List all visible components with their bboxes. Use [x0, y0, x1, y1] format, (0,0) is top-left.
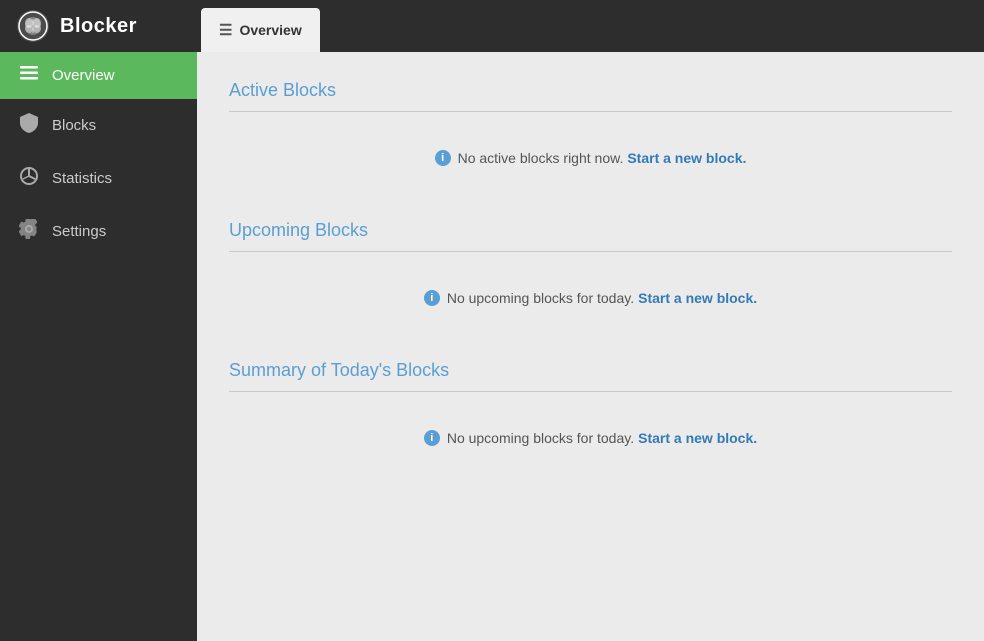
- sidebar-item-statistics[interactable]: Statistics: [0, 152, 197, 205]
- sidebar-item-label: Blocks: [52, 117, 96, 134]
- topbar: Blocker ☰ Overview: [0, 0, 984, 52]
- active-blocks-title: Active Blocks: [229, 80, 952, 101]
- app-logo-icon: [16, 9, 50, 43]
- gear-icon: [18, 219, 40, 244]
- active-blocks-section: Active Blocks i No active blocks right n…: [229, 80, 952, 184]
- chart-icon: [18, 166, 40, 191]
- info-icon-3: i: [424, 430, 440, 446]
- summary-title: Summary of Today's Blocks: [229, 360, 952, 381]
- shield-icon: [18, 113, 40, 138]
- sidebar-item-label: Overview: [52, 67, 115, 84]
- main-layout: Overview Blocks Statistics: [0, 52, 984, 641]
- sidebar-item-label: Statistics: [52, 170, 112, 187]
- upcoming-blocks-divider: [229, 251, 952, 252]
- upcoming-blocks-body: i No upcoming blocks for today. Start a …: [229, 272, 952, 324]
- upcoming-blocks-section: Upcoming Blocks i No upcoming blocks for…: [229, 220, 952, 324]
- upcoming-blocks-message: No upcoming blocks for today.: [447, 290, 634, 306]
- app-title: Blocker: [60, 15, 137, 38]
- summary-message: No upcoming blocks for today.: [447, 430, 634, 446]
- sidebar-item-blocks[interactable]: Blocks: [0, 99, 197, 152]
- active-blocks-message: No active blocks right now.: [458, 150, 624, 166]
- summary-new-block-link[interactable]: Start a new block.: [638, 430, 757, 446]
- summary-body: i No upcoming blocks for today. Start a …: [229, 412, 952, 464]
- menu-icon: [18, 66, 40, 85]
- active-blocks-new-block-link[interactable]: Start a new block.: [627, 150, 746, 166]
- sidebar-item-overview[interactable]: Overview: [0, 52, 197, 99]
- summary-divider: [229, 391, 952, 392]
- info-icon-2: i: [424, 290, 440, 306]
- logo-area: Blocker: [0, 9, 197, 43]
- active-blocks-body: i No active blocks right now. Start a ne…: [229, 132, 952, 184]
- upcoming-blocks-title: Upcoming Blocks: [229, 220, 952, 241]
- content-area: Active Blocks i No active blocks right n…: [197, 52, 984, 641]
- sidebar-item-settings[interactable]: Settings: [0, 205, 197, 258]
- active-blocks-divider: [229, 111, 952, 112]
- sidebar: Overview Blocks Statistics: [0, 52, 197, 641]
- info-icon: i: [435, 150, 451, 166]
- tab-label: Overview: [239, 22, 301, 38]
- sidebar-item-label: Settings: [52, 223, 106, 240]
- tab-menu-icon: ☰: [219, 21, 232, 39]
- overview-tab[interactable]: ☰ Overview: [201, 8, 320, 52]
- tab-bar: ☰ Overview: [197, 0, 320, 52]
- upcoming-blocks-new-block-link[interactable]: Start a new block.: [638, 290, 757, 306]
- summary-section: Summary of Today's Blocks i No upcoming …: [229, 360, 952, 464]
